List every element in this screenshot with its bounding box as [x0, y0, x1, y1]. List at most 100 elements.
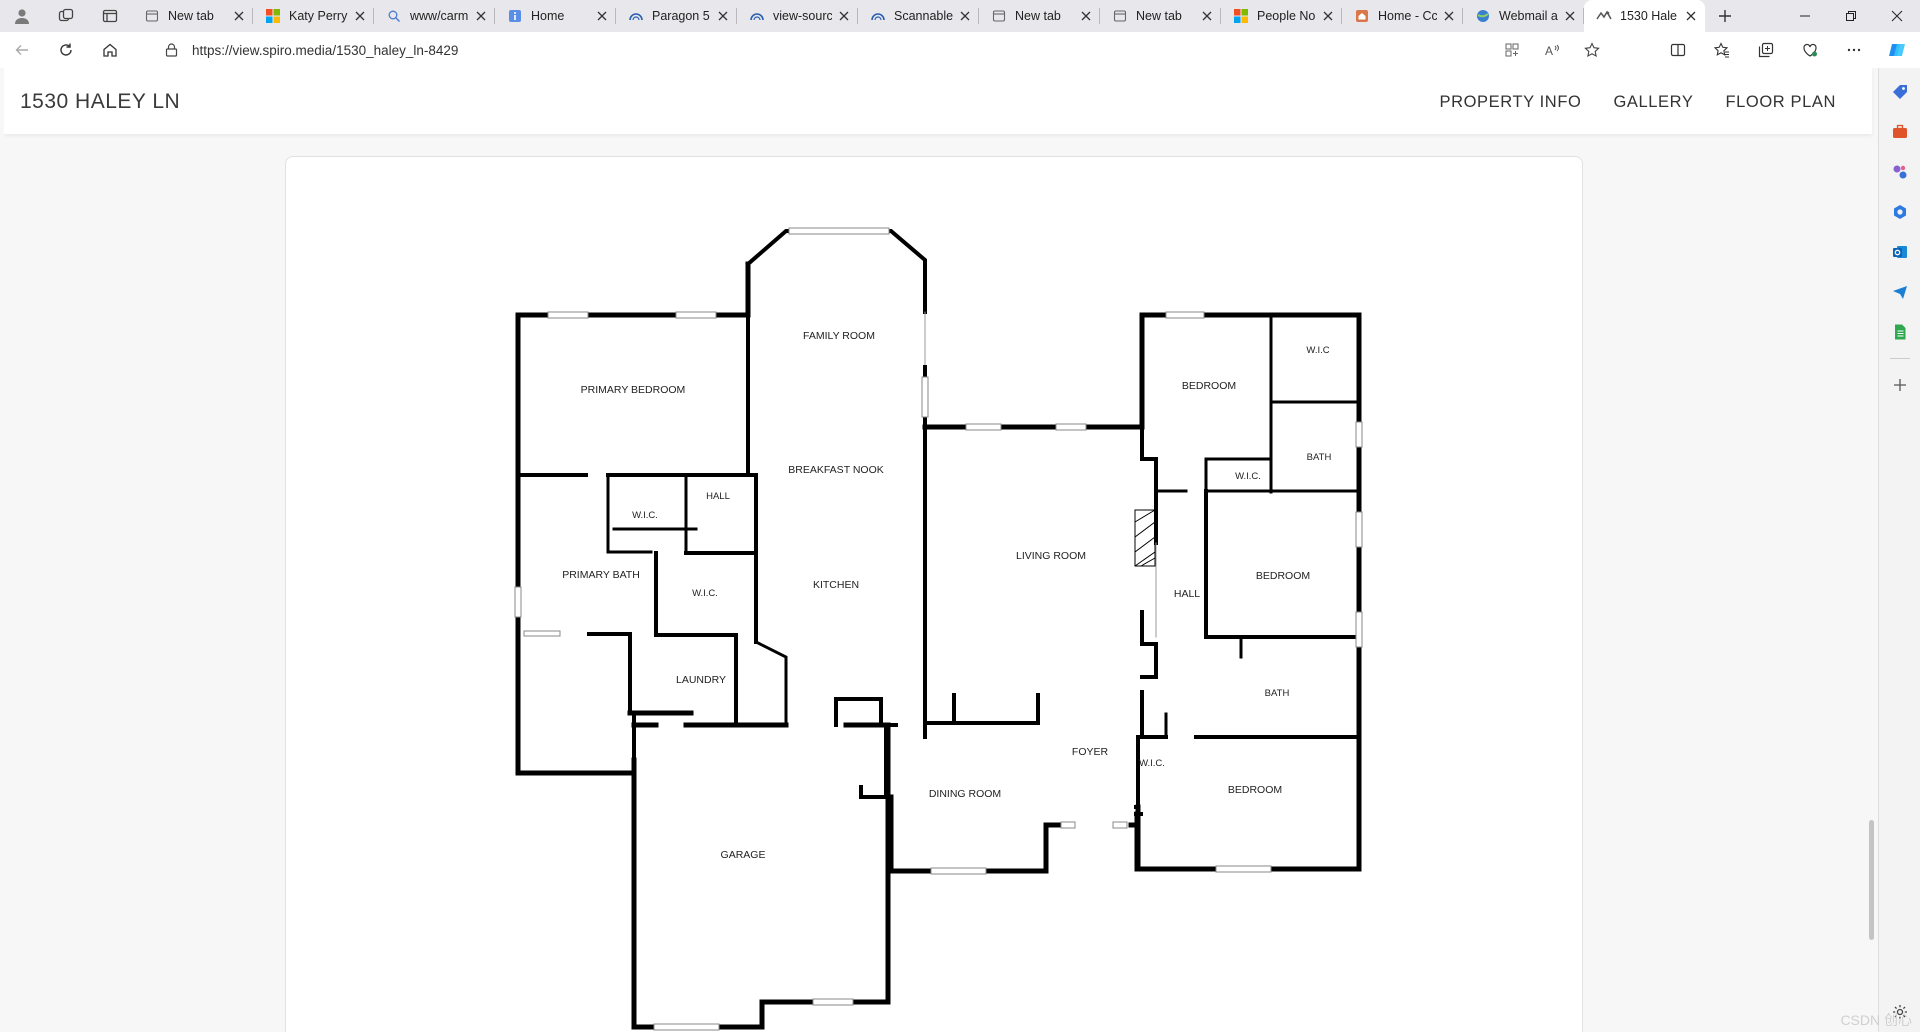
window-controls: [1782, 0, 1920, 32]
nav-floor-plan[interactable]: FLOOR PLAN: [1725, 93, 1836, 112]
search-icon: [386, 8, 402, 24]
room-label-wic-5: W.I.C.: [1139, 758, 1165, 769]
games-icon[interactable]: [1879, 152, 1920, 192]
browser-tab[interactable]: Paragon 5: [616, 0, 737, 32]
tab-title: New tab: [1015, 9, 1061, 23]
tab-strip: New tab Katy Perry www/carm Home Paragon 5 vi…: [132, 0, 1705, 32]
microsoft-icon: [1233, 8, 1249, 24]
tab-close-icon[interactable]: [836, 8, 852, 24]
tab-close-icon[interactable]: [473, 8, 489, 24]
room-label-family-room: FAMILY ROOM: [803, 330, 875, 342]
browser-tab[interactable]: New tab: [132, 0, 253, 32]
address-bar-row: https://view.spiro.media/1530_haley_ln-8…: [0, 32, 1920, 68]
room-label-bedroom-1: BEDROOM: [1182, 380, 1236, 392]
tab-title: Webmail a: [1499, 9, 1558, 23]
shopping-tag-icon[interactable]: [1879, 72, 1920, 112]
more-menu-icon[interactable]: [1832, 32, 1876, 68]
spreadsheet-icon[interactable]: [1879, 312, 1920, 352]
microsoft365-icon[interactable]: [1879, 192, 1920, 232]
room-label-hall-1: HALL: [706, 491, 730, 502]
browser-tab[interactable]: Katy Perry: [253, 0, 374, 32]
browser-tab[interactable]: 1530 Hale: [1584, 0, 1705, 32]
tab-title: New tab: [168, 9, 214, 23]
outlook-icon[interactable]: [1879, 232, 1920, 272]
favorites-icon[interactable]: [1700, 32, 1744, 68]
workspaces-icon[interactable]: [44, 0, 88, 32]
add-sidebar-item-icon[interactable]: [1879, 365, 1920, 405]
room-label-wic-3: W.I.C: [1306, 345, 1329, 356]
url-text[interactable]: https://view.spiro.media/1530_haley_ln-8…: [192, 43, 458, 58]
browser-tab[interactable]: Webmail a: [1463, 0, 1584, 32]
split-screen-icon[interactable]: [1656, 32, 1700, 68]
home-icon: [1354, 8, 1370, 24]
browser-tab[interactable]: New tab: [979, 0, 1100, 32]
browser-tab-bar: New tab Katy Perry www/carm Home Paragon 5 vi…: [0, 0, 1920, 32]
tab-close-icon[interactable]: [715, 8, 731, 24]
room-label-laundry: LAUNDRY: [676, 674, 726, 686]
collections-icon[interactable]: [1744, 32, 1788, 68]
room-label-garage: GARAGE: [721, 849, 766, 861]
send-telegram-icon[interactable]: [1879, 272, 1920, 312]
tab-close-icon[interactable]: [1683, 8, 1699, 24]
newtab-icon: [991, 8, 1007, 24]
browser-tab[interactable]: New tab: [1100, 0, 1221, 32]
tab-close-icon[interactable]: [957, 8, 973, 24]
tab-close-icon[interactable]: [594, 8, 610, 24]
tab-close-icon[interactable]: [352, 8, 368, 24]
edge-sidebar: [1878, 68, 1920, 1032]
performance-icon[interactable]: [1788, 32, 1832, 68]
minimize-button[interactable]: [1782, 0, 1828, 32]
browser-tab[interactable]: Home: [495, 0, 616, 32]
browser-tab[interactable]: People No: [1221, 0, 1342, 32]
tab-close-icon[interactable]: [1199, 8, 1215, 24]
room-label-living-room: LIVING ROOM: [1016, 550, 1086, 562]
newtab-icon: [1112, 8, 1128, 24]
paragon-icon: [749, 8, 765, 24]
room-label-breakfast-nook: BREAKFAST NOOK: [788, 464, 884, 476]
tab-close-icon[interactable]: [231, 8, 247, 24]
nav-property-info[interactable]: PROPERTY INFO: [1439, 93, 1581, 112]
site-title[interactable]: 1530 HALEY LN: [20, 90, 180, 114]
tab-close-icon[interactable]: [1562, 8, 1578, 24]
tools-briefcase-icon[interactable]: [1879, 112, 1920, 152]
tab-title: Katy Perry: [289, 9, 348, 23]
room-label-dining-room: DINING ROOM: [929, 788, 1001, 800]
close-window-button[interactable]: [1874, 0, 1920, 32]
browser-tab[interactable]: www/carm: [374, 0, 495, 32]
svg-text:A: A: [1545, 44, 1553, 58]
tab-close-icon[interactable]: [1078, 8, 1094, 24]
tab-title: People No: [1257, 9, 1316, 23]
web-page: 1530 HALEY LN PROPERTY INFO GALLERY FLOO…: [4, 68, 1876, 1032]
room-label-primary-bath: PRIMARY BATH: [562, 569, 640, 581]
tab-actions-icon[interactable]: [88, 0, 132, 32]
address-bar[interactable]: https://view.spiro.media/1530_haley_ln-8…: [148, 35, 1618, 65]
refresh-button[interactable]: [44, 32, 88, 68]
app-available-icon[interactable]: [1492, 35, 1532, 65]
microsoft-icon: [265, 8, 281, 24]
tab-close-icon[interactable]: [1441, 8, 1457, 24]
newtab-icon: [144, 8, 160, 24]
watermark: CSDN 创心: [1840, 1012, 1912, 1028]
browser-tab[interactable]: Home - Cc: [1342, 0, 1463, 32]
new-tab-button[interactable]: [1705, 0, 1745, 32]
nav-gallery[interactable]: GALLERY: [1613, 93, 1693, 112]
lock-icon[interactable]: [156, 35, 186, 65]
tab-title: Paragon 5: [652, 9, 710, 23]
browser-tab[interactable]: view-sourc: [737, 0, 858, 32]
room-label-wic-4: W.I.C.: [1235, 471, 1261, 482]
room-label-wic-1: W.I.C.: [632, 510, 658, 521]
back-button[interactable]: [0, 32, 44, 68]
browser-tab[interactable]: Scannable: [858, 0, 979, 32]
favorite-star-icon[interactable]: [1572, 35, 1612, 65]
copilot-icon[interactable]: [1876, 32, 1920, 68]
room-label-wic-2: W.I.C.: [692, 588, 718, 599]
home-button[interactable]: [88, 32, 132, 68]
restore-button[interactable]: [1828, 0, 1874, 32]
tab-title: 1530 Hale: [1620, 9, 1677, 23]
tab-close-icon[interactable]: [1320, 8, 1336, 24]
page-scrollbar-thumb[interactable]: [1869, 820, 1874, 940]
profile-icon[interactable]: [0, 0, 44, 32]
info-icon: [507, 8, 523, 24]
read-aloud-icon[interactable]: A: [1532, 35, 1572, 65]
site-nav: PROPERTY INFO GALLERY FLOOR PLAN: [1439, 93, 1836, 112]
